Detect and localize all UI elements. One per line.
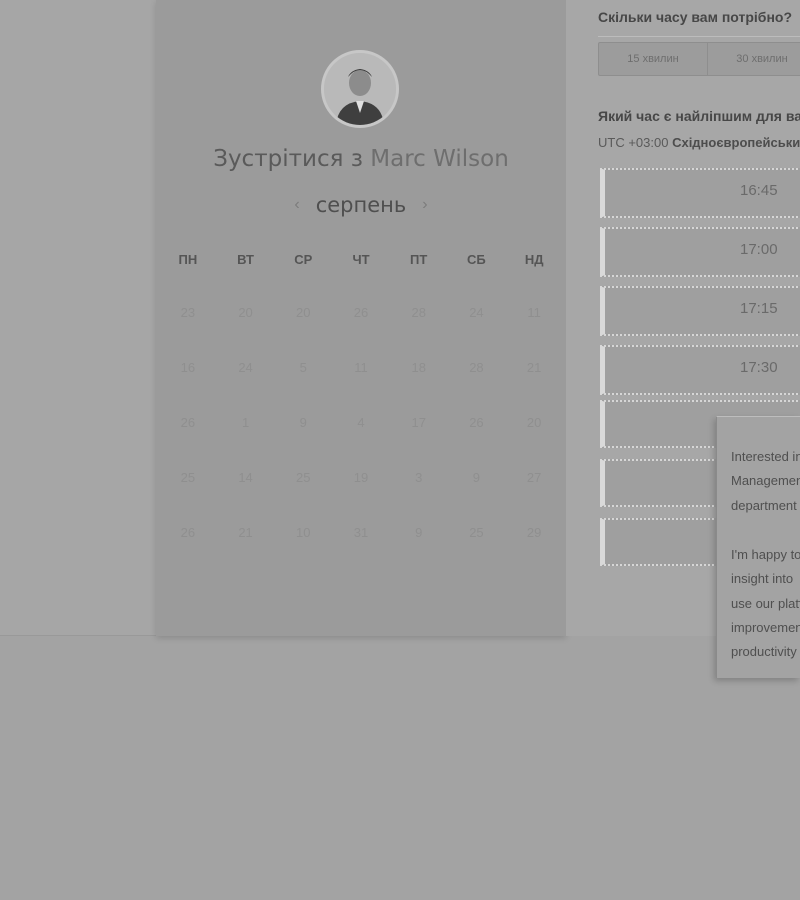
weekday-label: СБ: [467, 252, 486, 267]
background-strip: [0, 0, 156, 636]
calendar-day[interactable]: 26: [332, 304, 390, 321]
calendar-day[interactable]: 20: [217, 304, 275, 321]
calendar-day[interactable]: 25: [274, 469, 332, 486]
calendar-day[interactable]: 25: [448, 524, 506, 541]
duration-selector: 15 хвилин 30 хвилин: [598, 42, 800, 76]
month-label: серпень: [315, 193, 407, 217]
duration-question: Скільки часу вам потрібно?: [598, 9, 793, 25]
title-prefix: Зустрітися з: [213, 146, 363, 172]
time-slot[interactable]: 17:00: [600, 227, 800, 277]
timezone-offset: UTC +03:00: [598, 135, 669, 150]
time-slot-label: 17:15: [740, 300, 778, 317]
avatar: [321, 50, 399, 128]
calendar-day[interactable]: 26: [448, 414, 506, 431]
calendar-day[interactable]: 20: [274, 304, 332, 321]
calendar-day[interactable]: 24: [448, 304, 506, 321]
popup-text-line: Management: [731, 473, 800, 488]
time-slot-label: 17:30: [740, 359, 778, 376]
divider: [598, 36, 800, 37]
host-photo: [324, 53, 396, 125]
calendar-day[interactable]: 26: [159, 414, 217, 431]
calendar-day[interactable]: 28: [448, 359, 506, 376]
calendar-day[interactable]: 17: [390, 414, 448, 431]
weekday-label: НД: [524, 252, 544, 267]
popup-text-line: use our platform: [731, 596, 800, 611]
calendar-day[interactable]: 9: [448, 469, 506, 486]
calendar-day[interactable]: 14: [217, 469, 275, 486]
calendar-day[interactable]: 19: [332, 469, 390, 486]
calendar-day[interactable]: 5: [274, 359, 332, 376]
popup-text-line: Interested in: [731, 449, 800, 464]
time-question: Який час є найліпшим для вас?: [598, 108, 800, 124]
timezone-label: UTC +03:00 Східноєвропейський час: [598, 135, 800, 150]
calendar-day[interactable]: 31: [332, 524, 390, 541]
weekday-label: ЧТ: [352, 252, 370, 267]
calendar-day[interactable]: 1: [217, 414, 275, 431]
calendar-day[interactable]: 9: [390, 524, 448, 541]
calendar-day[interactable]: 24: [217, 359, 275, 376]
calendar-day[interactable]: 16: [159, 359, 217, 376]
weekday-label: ПТ: [410, 252, 428, 267]
time-slot[interactable]: 17:15: [600, 286, 800, 336]
calendar-day[interactable]: 27: [505, 469, 563, 486]
calendar-days: 23 20 20 26 28 24 11 16 24 5 11 18 28 21…: [159, 304, 563, 541]
popup-text-line: I'm happy to: [731, 547, 800, 562]
chevron-right-icon[interactable]: ›: [422, 196, 427, 214]
weekday-label: ВТ: [237, 252, 254, 267]
duration-30-button[interactable]: 30 хвилин: [708, 43, 800, 75]
calendar-day[interactable]: 21: [505, 359, 563, 376]
month-navigation: ‹ серпень ›: [156, 193, 566, 217]
calendar-day[interactable]: 20: [505, 414, 563, 431]
chevron-left-icon[interactable]: ‹: [294, 196, 299, 214]
popup-text-line: improvement: [731, 620, 800, 635]
calendar-day[interactable]: 18: [390, 359, 448, 376]
calendar-day[interactable]: 11: [505, 304, 563, 321]
calendar-day[interactable]: 25: [159, 469, 217, 486]
chat-popup[interactable]: Interested in Management department I'm …: [716, 416, 800, 678]
time-slot-label: 16:45: [740, 182, 778, 199]
time-slot-label: 17:00: [740, 241, 778, 258]
calendar-card: Зустрітися з Marc Wilson ‹ серпень › ПН …: [156, 0, 566, 636]
weekday-label: СР: [294, 252, 313, 267]
calendar-day[interactable]: 29: [505, 524, 563, 541]
calendar-day[interactable]: 3: [390, 469, 448, 486]
calendar-day[interactable]: 4: [332, 414, 390, 431]
time-slot[interactable]: 17:30: [600, 345, 800, 395]
page-title: Зустрітися з Marc Wilson: [156, 146, 566, 172]
calendar-day[interactable]: 21: [217, 524, 275, 541]
calendar-day[interactable]: 28: [390, 304, 448, 321]
timezone-name: Східноєвропейський час: [672, 135, 800, 150]
calendar-day[interactable]: 10: [274, 524, 332, 541]
popup-text-line: productivity: [731, 644, 797, 659]
calendar-day[interactable]: 9: [274, 414, 332, 431]
time-slot[interactable]: 16:45: [600, 168, 800, 218]
weekday-label: ПН: [178, 252, 198, 267]
popup-text-line: insight into: [731, 571, 794, 586]
popup-text-line: department: [731, 498, 797, 513]
calendar-day[interactable]: 11: [332, 359, 390, 376]
calendar-day[interactable]: 26: [159, 524, 217, 541]
weekday-header: ПН ВТ СР ЧТ ПТ СБ НД: [159, 252, 563, 267]
host-name: Marc Wilson: [370, 146, 509, 172]
calendar-day[interactable]: 23: [159, 304, 217, 321]
duration-15-button[interactable]: 15 хвилин: [599, 43, 708, 75]
